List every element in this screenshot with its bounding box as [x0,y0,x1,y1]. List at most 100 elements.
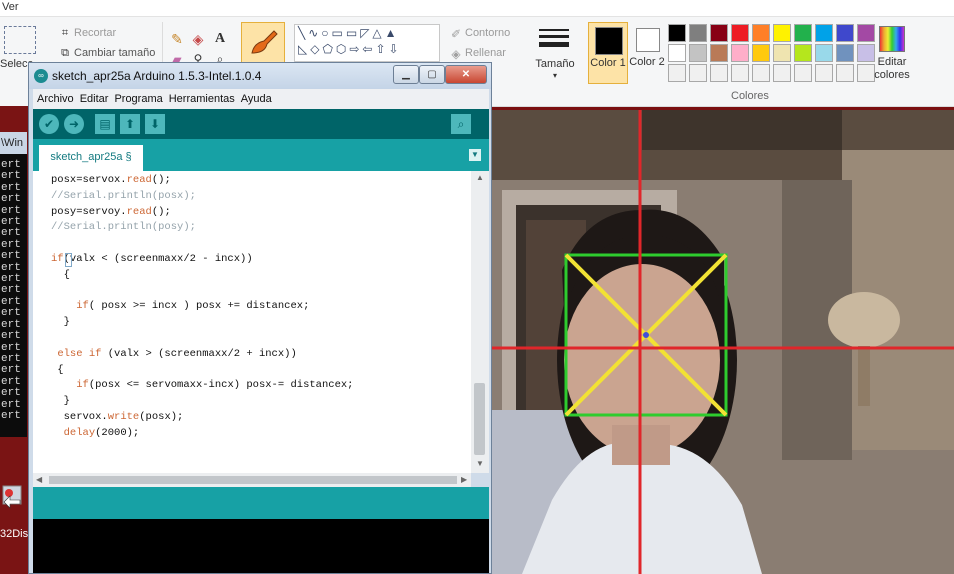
size-label: Tamaño [535,58,575,70]
outline-dropdown[interactable]: Contorno [465,27,510,39]
maximize-button[interactable]: ▢ [419,65,445,84]
palette-swatch[interactable] [815,24,833,42]
scroll-right-arrow-icon[interactable]: ▶ [461,473,467,487]
empty-palette-slot[interactable] [794,64,812,82]
save-sketch-icon[interactable]: ⬇ [145,114,165,134]
palette-swatch[interactable] [836,24,854,42]
scroll-down-arrow-icon[interactable]: ▼ [471,459,489,468]
color1-button[interactable]: Color 1 [588,22,628,84]
output-console [33,519,489,573]
menu-view[interactable]: Ver [2,1,19,13]
resize-button[interactable]: Cambiar tamaño [74,47,155,59]
code-token: (valx < (screenmaxx/2 - incx)) [63,252,253,265]
vertical-scroll-thumb[interactable] [474,383,485,455]
empty-palette-slot[interactable] [668,64,686,82]
empty-palette-slot[interactable] [836,64,854,82]
code-line: if(posx <= servomaxx-incx) posx-= distan… [51,378,353,394]
palette-swatch[interactable] [710,44,728,62]
palette-swatch[interactable] [710,24,728,42]
palette-swatch[interactable] [689,44,707,62]
size-button[interactable]: Tamaño ▾ [533,24,577,84]
crop-button[interactable]: Recortar [74,27,116,39]
minimize-button[interactable]: ▁ [393,65,419,84]
console-window-behind[interactable]: \Win ert ert ert ert ert ert ert ert ert ert ert er… [0,132,27,437]
code-token: write [107,410,140,423]
console-line: ert [1,364,21,377]
horizontal-scroll-thumb[interactable] [49,476,457,484]
code-line: else if (valx > (screenmaxx/2 + incx)) [51,347,353,363]
vertical-scrollbar[interactable]: ▲ ▼ [471,171,489,473]
code-token: read [126,205,152,218]
desktop-icon-label: 32Dis [0,528,29,540]
color1-swatch [595,27,623,55]
menu-item-herramientas[interactable]: Herramientas [169,89,235,109]
palette-swatch[interactable] [731,24,749,42]
code-token: read [126,174,152,186]
code-token: (); [151,205,171,218]
webcam-scene [492,110,954,574]
menu-item-ayuda[interactable]: Ayuda [241,89,272,109]
shapes-gallery[interactable]: ╲∿○▭▭◸△▲ ◺◇⬠⬡⇨⇦⇧⇩ [294,24,440,62]
code-token: { [51,268,70,281]
empty-palette-slot[interactable] [731,64,749,82]
palette-swatch[interactable] [773,24,791,42]
code-editor[interactable]: posx=servox.read();//Serial.println(posx… [33,171,471,473]
palette-swatch[interactable] [752,24,770,42]
code-token: if [51,252,64,265]
palette-swatch[interactable] [668,24,686,42]
palette-swatch[interactable] [752,44,770,62]
paint-menubar: Ver [0,0,954,17]
palette-swatch[interactable] [668,44,686,62]
menu-item-archivo[interactable]: Archivo [37,89,74,109]
empty-palette-slot[interactable] [710,64,728,82]
empty-palette-slot[interactable] [689,64,707,82]
fill-icon: ◈ [451,47,461,61]
palette-swatch[interactable] [773,44,791,62]
arduino-titlebar[interactable]: ∞ sketch_apr25a Arduino 1.5.3-Intel.1.0.… [29,63,491,89]
console-line: ert [1,250,21,263]
close-button[interactable]: ✕ [445,65,487,84]
console-titlebar: \Win [0,132,27,154]
palette-swatch[interactable] [815,44,833,62]
text-tool-icon[interactable]: A [211,30,229,48]
horizontal-scrollbar[interactable]: ◀ ▶ [33,473,471,487]
verify-icon[interactable]: ✔ [39,114,59,134]
serial-monitor-icon[interactable]: ⌕ [451,114,471,134]
palette-swatch[interactable] [731,44,749,62]
code-token: (posx <= servomaxx-incx) posx-= distance… [88,379,354,392]
code-token: } [51,395,70,408]
palette-swatch[interactable] [794,44,812,62]
new-sketch-icon[interactable]: ▤ [95,114,115,134]
menu-item-programa[interactable]: Programa [114,89,162,109]
brushes-button[interactable] [241,22,285,64]
size-line-medium [539,35,569,38]
code-token: else if [57,347,102,360]
menu-item-editar[interactable]: Editar [80,89,109,109]
status-bar [33,487,489,519]
fill-bucket-icon[interactable]: ◈ [189,30,207,48]
fill-dropdown[interactable]: Rellenar [465,47,506,59]
upload-icon[interactable]: ➜ [64,114,84,134]
palette-swatch[interactable] [689,24,707,42]
empty-palette-slot[interactable] [752,64,770,82]
scroll-up-arrow-icon[interactable]: ▲ [471,173,489,182]
open-sketch-icon[interactable]: ⬆ [120,114,140,134]
tab-sketch[interactable]: sketch_apr25a § [39,145,143,171]
pencil-icon[interactable]: ✎ [168,30,186,48]
code-token: (posx); [139,410,184,423]
code-token: (valx > (screenmaxx/2 + incx)) [101,347,297,360]
palette-swatch[interactable] [857,24,875,42]
code-token: posy=servoy. [51,205,127,218]
empty-palette-slot[interactable] [815,64,833,82]
empty-palette-slot[interactable] [773,64,791,82]
palette-swatch[interactable] [836,44,854,62]
desktop-program-icon[interactable] [0,480,26,510]
tab-menu-icon[interactable]: ▼ [469,149,481,161]
scroll-left-arrow-icon[interactable]: ◀ [36,473,42,487]
code-token: posx=servox. [51,174,127,186]
color2-button[interactable]: Color 2 [628,22,666,82]
select-tool-icon[interactable] [4,26,36,54]
palette-swatch[interactable] [794,24,812,42]
